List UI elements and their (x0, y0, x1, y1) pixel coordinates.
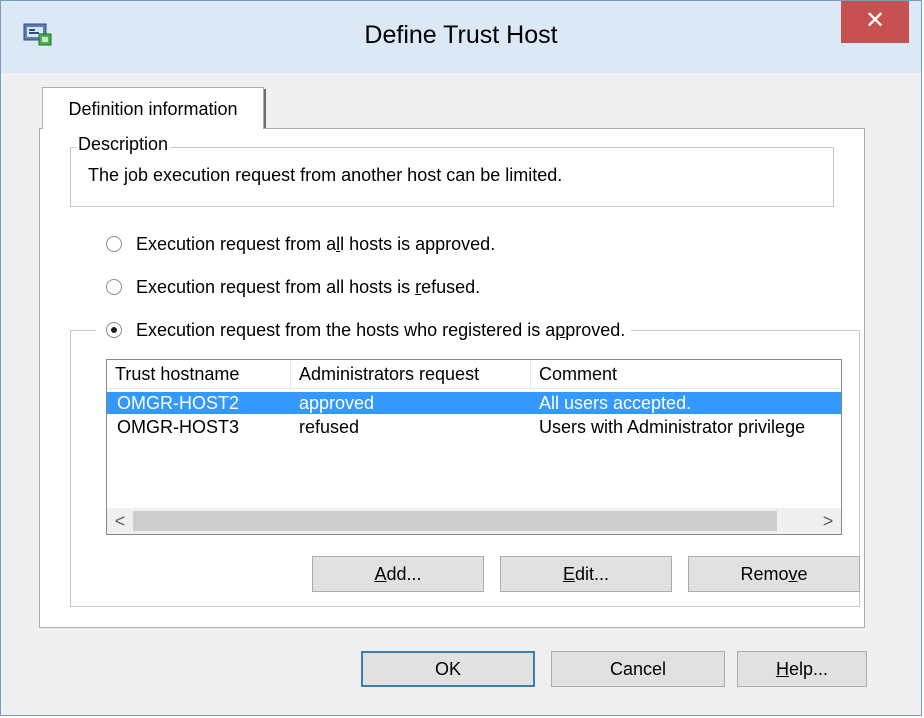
remove-button[interactable]: Remove (688, 556, 860, 592)
description-legend: Description (76, 134, 171, 155)
radio-label: Execution request from all hosts is refu… (136, 276, 481, 297)
add-button[interactable]: Add... (312, 556, 484, 592)
column-header-comment[interactable]: Comment (531, 360, 841, 388)
ok-button[interactable]: OK (361, 651, 535, 687)
cancel-button[interactable]: Cancel (551, 651, 725, 687)
tab-shadow (264, 89, 266, 129)
description-text: The job execution request from another h… (88, 165, 563, 185)
table-row[interactable]: OMGR-HOST3 refused Users with Administra… (107, 416, 841, 438)
cell-hostname: OMGR-HOST2 (117, 393, 240, 413)
dialog-client: Definition information Description The j… (21, 73, 901, 697)
radio-all-refused[interactable]: Execution request from all hosts is refu… (106, 274, 480, 300)
radio-button[interactable] (106, 279, 122, 295)
scroll-thumb[interactable] (133, 511, 777, 531)
cell-request: refused (299, 417, 360, 437)
title-bar[interactable]: Define Trust Host ✕ (1, 1, 921, 73)
radio-button-checked[interactable] (106, 322, 122, 338)
cell-comment: Users with Administrator privilege (539, 417, 806, 437)
cell-request: approved (299, 393, 375, 413)
edit-button[interactable]: Edit... (500, 556, 672, 592)
scroll-left-icon[interactable]: < (107, 508, 133, 534)
help-button[interactable]: Help... (737, 651, 867, 687)
tab-definition-information[interactable]: Definition information (42, 87, 264, 129)
window-title: Define Trust Host (364, 21, 558, 49)
trust-host-list[interactable]: Trust hostname Administrators request Co… (106, 359, 842, 535)
cell-comment: All users accepted. (539, 393, 692, 413)
table-row[interactable]: OMGR-HOST2 approved All users accepted. (107, 392, 841, 414)
column-header-administrators-request[interactable]: Administrators request (291, 360, 531, 388)
radio-registered-approved[interactable]: Execution request from the hosts who reg… (96, 317, 632, 343)
radio-all-approved[interactable]: Execution request from all hosts is appr… (106, 231, 495, 257)
dialog-window: Define Trust Host ✕ Definition informati… (0, 0, 922, 716)
cell-hostname: OMGR-HOST3 (117, 417, 240, 437)
scroll-right-icon[interactable]: > (815, 508, 841, 534)
horizontal-scrollbar[interactable]: < > (107, 508, 841, 534)
tab-panel: Description The job execution request fr… (39, 128, 865, 628)
radio-label: Execution request from all hosts is appr… (136, 233, 496, 254)
radio-button[interactable] (106, 236, 122, 252)
list-header: Trust hostname Administrators request Co… (107, 360, 841, 389)
radio-label: Execution request from the hosts who reg… (136, 319, 626, 340)
close-button[interactable]: ✕ (841, 1, 909, 43)
column-header-trust-hostname[interactable]: Trust hostname (107, 360, 291, 388)
